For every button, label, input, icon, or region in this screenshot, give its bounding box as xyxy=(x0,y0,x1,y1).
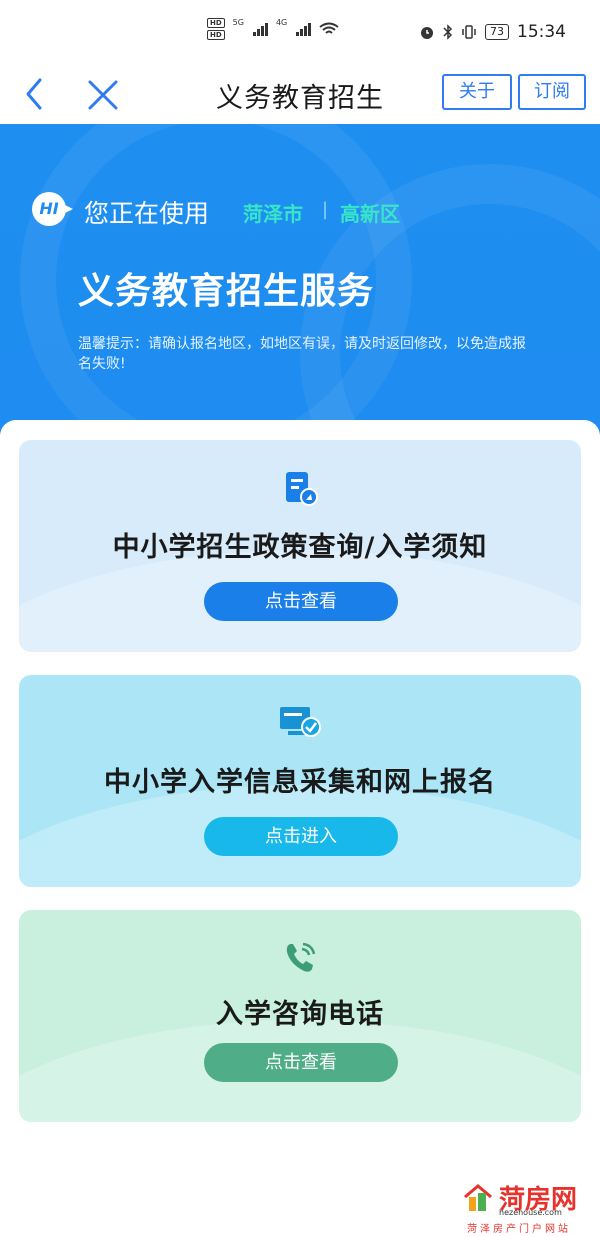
system-indicators: 73 15:34 xyxy=(419,22,566,42)
hd-badge: HD xyxy=(207,18,225,28)
network-type-label: 5G xyxy=(232,18,244,27)
hi-logo-icon: HI xyxy=(32,192,73,226)
watermark-url: hezehouse.com xyxy=(499,1208,562,1217)
consultation-phone-card[interactable]: 入学咨询电话 点击查看 xyxy=(19,910,581,1122)
alarm-icon xyxy=(421,27,433,39)
using-label: 您正在使用 xyxy=(84,199,210,228)
nav-bar: 义务教育招生 关于 订阅 xyxy=(0,66,600,124)
location-separator: | xyxy=(322,199,329,220)
battery-icon: 73 xyxy=(485,24,509,40)
signal-icon xyxy=(252,22,268,36)
network-type-label: 4G xyxy=(275,18,288,27)
city-selector[interactable]: 菏泽市 xyxy=(243,198,303,227)
network-indicators: HD HD 5G 4G xyxy=(207,18,339,40)
policy-query-card[interactable]: 中小学招生政策查询/入学须知 点击查看 xyxy=(19,440,581,652)
bluetooth-icon xyxy=(443,24,453,40)
vibrate-icon xyxy=(462,25,476,39)
hero-banner: HI 您正在使用 菏泽市 | 高新区 义务教育招生服务 温馨提示：请确认报名地区… xyxy=(0,124,600,454)
notice-text: 温馨提示：请确认报名地区，如地区有误，请及时返回修改，以免造成报名失败! xyxy=(78,336,526,372)
hd-badge: HD xyxy=(207,30,225,40)
site-watermark: 菏房网 hezehouse.com 菏泽房产门户网站 xyxy=(463,1183,593,1235)
house-logo-icon xyxy=(464,1184,492,1211)
district-selector[interactable]: 高新区 xyxy=(340,198,400,227)
status-bar: HD HD 5G 4G 73 15:34 xyxy=(0,0,600,66)
signal-icon xyxy=(296,22,312,36)
hd-indicator: HD HD xyxy=(207,18,225,40)
enter-registration-button[interactable]: 点击进入 xyxy=(204,817,398,856)
wifi-icon xyxy=(319,22,339,34)
phone-icon xyxy=(286,942,316,972)
registration-card[interactable]: 中小学入学信息采集和网上报名 点击进入 xyxy=(19,675,581,887)
watermark-tagline: 菏泽房产门户网站 xyxy=(467,1224,571,1235)
card-title: 中小学入学信息采集和网上报名 xyxy=(104,767,496,798)
card-title: 中小学招生政策查询/入学须知 xyxy=(112,532,488,563)
card-title: 入学咨询电话 xyxy=(216,999,384,1030)
clock: 15:34 xyxy=(517,22,566,42)
hero-title: 义务教育招生服务 xyxy=(78,271,375,312)
subscribe-button[interactable]: 订阅 xyxy=(518,74,586,110)
view-policy-button[interactable]: 点击查看 xyxy=(204,582,398,621)
policy-document-icon xyxy=(286,472,318,506)
view-phone-button[interactable]: 点击查看 xyxy=(204,1043,398,1082)
about-button[interactable]: 关于 xyxy=(442,74,512,110)
registration-monitor-check-icon xyxy=(280,707,321,737)
